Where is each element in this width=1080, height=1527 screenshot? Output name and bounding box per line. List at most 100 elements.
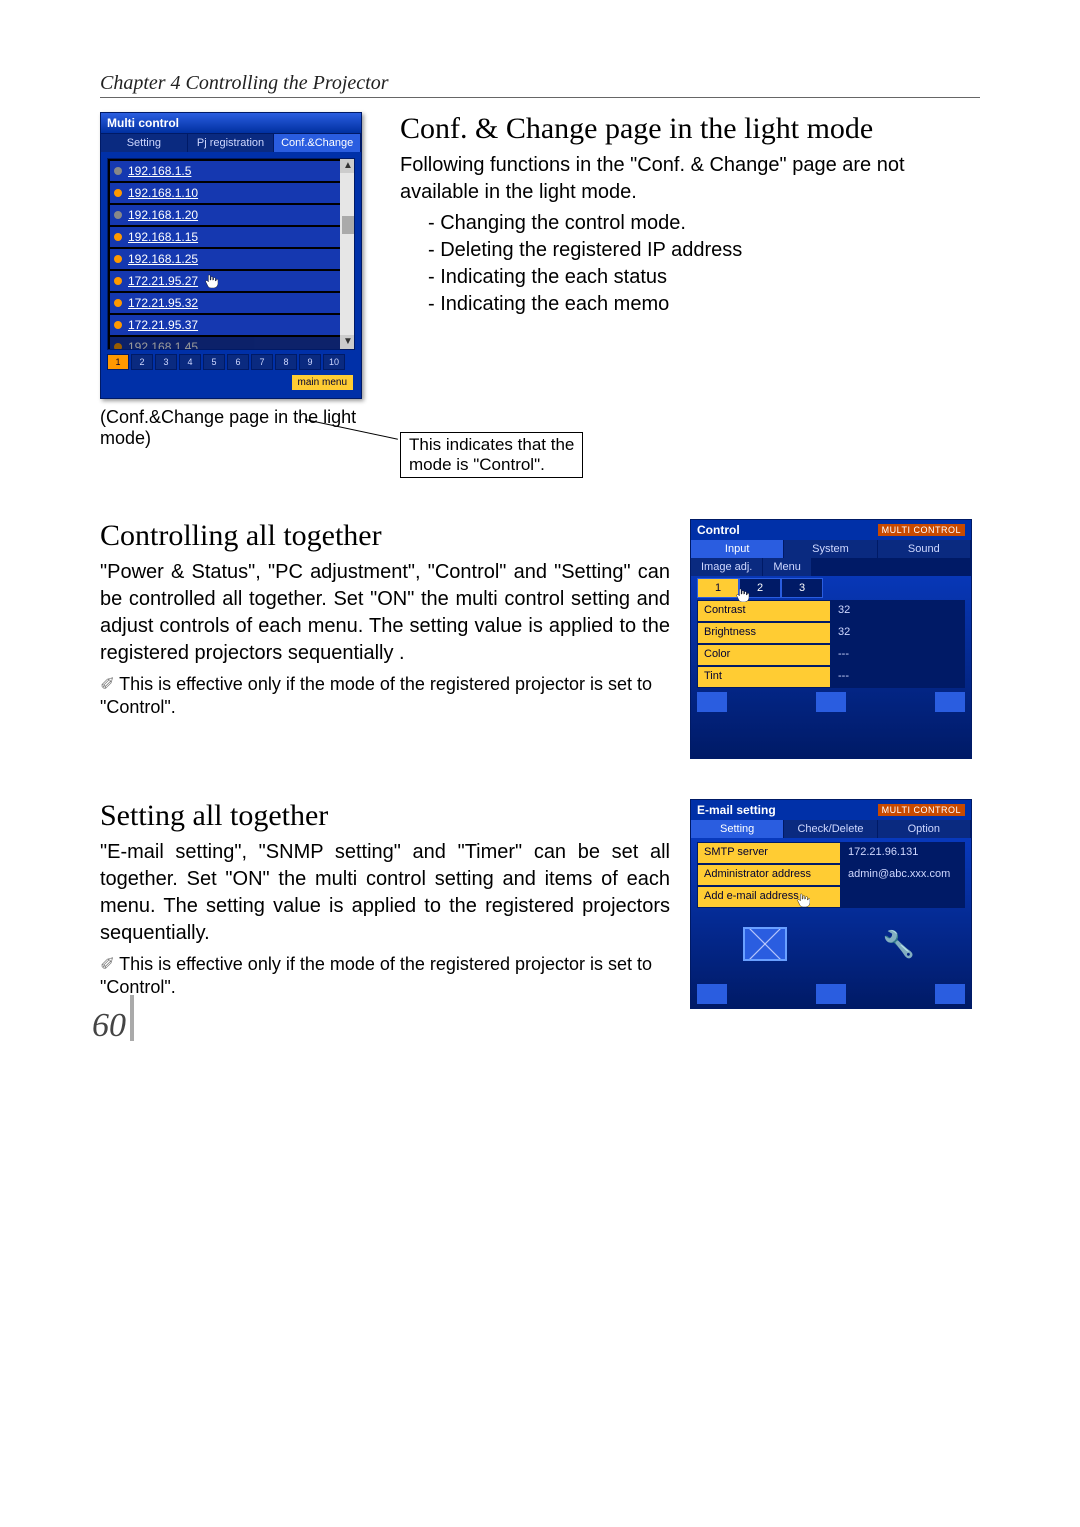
pager-4[interactable]: 4 (179, 354, 201, 370)
multicontrol-panel: Multi control Setting Pj registration Co… (100, 112, 362, 399)
value-add-email[interactable] (841, 886, 965, 908)
label-brightness: Brightness (697, 622, 831, 644)
ip-address: 192.168.1.45 (128, 340, 198, 350)
status-dot-on-icon (114, 299, 122, 307)
tab-input[interactable]: Input (691, 540, 784, 558)
tab-checkdelete[interactable]: Check/Delete (784, 820, 877, 838)
ip-address: 192.168.1.20 (128, 208, 198, 222)
value-admin-address[interactable]: admin@abc.xxx.com (841, 864, 965, 886)
section2-note: This is effective only if the mode of th… (100, 674, 652, 717)
value-brightness[interactable]: 32 (831, 622, 965, 644)
main-menu-button[interactable]: main menu (292, 375, 353, 390)
ip-address: 192.168.1.25 (128, 252, 198, 266)
section1-bullet: - Changing the control mode. (428, 210, 980, 237)
ip-pager: 1 2 3 4 5 6 7 8 9 10 (107, 354, 355, 370)
callout-box: This indicates that the mode is "Control… (400, 432, 583, 478)
subtab-menu[interactable]: Menu (763, 558, 812, 576)
status-dot-on-icon (114, 277, 122, 285)
wrench-icon[interactable] (879, 929, 919, 959)
tab-pjregistration[interactable]: Pj registration (188, 134, 275, 152)
value-smtp[interactable]: 172.21.96.131 (841, 842, 965, 864)
value-tint[interactable]: --- (831, 666, 965, 688)
cursor-hand-icon (796, 893, 810, 907)
nav-left-icon[interactable] (697, 692, 727, 712)
tab-confchange[interactable]: Conf.&Change (274, 134, 361, 152)
ip-address: 172.21.95.37 (128, 318, 198, 332)
label-add-email-text: Add e-mail address (704, 890, 799, 902)
ip-row[interactable]: 172.21.95.37 (110, 315, 352, 335)
pager-10[interactable]: 10 (323, 354, 345, 370)
scroll-down-icon[interactable]: ▼ (340, 335, 355, 349)
mail-icon[interactable] (743, 927, 787, 961)
status-dot-on-icon (114, 255, 122, 263)
page-number: 60 (92, 1007, 126, 1045)
label-admin-address: Administrator address (697, 864, 841, 886)
tab-option[interactable]: Option (878, 820, 971, 838)
section2-title: Controlling all together (100, 519, 670, 553)
ip-row[interactable]: 192.168.1.45 (110, 337, 352, 350)
ip-row[interactable]: 172.21.95.27 (110, 271, 352, 291)
ip-row[interactable]: 192.168.1.15 (110, 227, 352, 247)
section3-body: "E-mail setting", "SNMP setting" and "Ti… (100, 839, 670, 947)
multicontrol-tabs: Setting Pj registration Conf.&Change (101, 134, 361, 152)
section1-bullet: - Deleting the registered IP address (428, 237, 980, 264)
pager-8[interactable]: 8 (275, 354, 297, 370)
pager-5[interactable]: 5 (203, 354, 225, 370)
pager-1[interactable]: 1 (107, 354, 129, 370)
status-dot-off-icon (114, 211, 122, 219)
section1-body: Following functions in the "Conf. & Chan… (400, 152, 980, 206)
ip-address: 172.21.95.32 (128, 296, 198, 310)
section1-bullet: - Indicating the each status (428, 264, 980, 291)
control-page-1[interactable]: 1 (697, 578, 739, 598)
status-dot-off-icon (114, 167, 122, 175)
nav-home-icon[interactable] (816, 984, 846, 1004)
control-panel-title: Control (697, 523, 740, 537)
chapter-heading: Chapter 4 Controlling the Projector (100, 72, 980, 98)
label-smtp: SMTP server (697, 842, 841, 864)
footer-divider (130, 995, 134, 1041)
scroll-thumb[interactable] (342, 216, 354, 234)
ip-row[interactable]: 192.168.1.20 (110, 205, 352, 225)
subtab-imageadj[interactable]: Image adj. (691, 558, 763, 576)
tab-sound[interactable]: Sound (878, 540, 971, 558)
scroll-up-icon[interactable]: ▲ (340, 159, 355, 173)
nav-settings-icon[interactable] (935, 692, 965, 712)
value-contrast[interactable]: 32 (831, 600, 965, 622)
pager-6[interactable]: 6 (227, 354, 249, 370)
nav-home-icon[interactable] (816, 692, 846, 712)
ip-address: 172.21.95.27 (128, 274, 198, 288)
control-page-3[interactable]: 3 (781, 578, 823, 598)
cursor-hand-icon (735, 588, 749, 602)
ip-row[interactable]: 192.168.1.10 (110, 183, 352, 203)
pager-7[interactable]: 7 (251, 354, 273, 370)
label-add-email: Add e-mail address (697, 886, 841, 908)
ip-row[interactable]: 172.21.95.32 (110, 293, 352, 313)
tab-setting[interactable]: Setting (101, 134, 188, 152)
ip-address: 192.168.1.10 (128, 186, 198, 200)
status-dot-on-icon (114, 189, 122, 197)
pager-9[interactable]: 9 (299, 354, 321, 370)
section3-note: This is effective only if the mode of th… (100, 954, 652, 997)
tab-system[interactable]: System (784, 540, 877, 558)
scrollbar[interactable]: ▲ ▼ (340, 159, 355, 349)
tab-setting[interactable]: Setting (691, 820, 784, 838)
note-icon: ✐ (100, 674, 115, 694)
value-color[interactable]: --- (831, 644, 965, 666)
pager-2[interactable]: 2 (131, 354, 153, 370)
label-tint: Tint (697, 666, 831, 688)
email-panel-title: E-mail setting (697, 803, 776, 817)
nav-left-icon[interactable] (697, 984, 727, 1004)
status-dot-on-icon (114, 321, 122, 329)
ip-row[interactable]: 192.168.1.25 (110, 249, 352, 269)
ip-row[interactable]: 192.168.1.5 (110, 161, 352, 181)
pager-3[interactable]: 3 (155, 354, 177, 370)
callout-text: mode is "Control". (409, 455, 574, 475)
label-color: Color (697, 644, 831, 666)
status-dot-on-icon (114, 343, 122, 350)
section1-bullet: - Indicating the each memo (428, 291, 980, 318)
ip-list: 192.168.1.5 192.168.1.10 192.168.1.20 19… (107, 158, 355, 350)
nav-settings-icon[interactable] (935, 984, 965, 1004)
multicontrol-badge: MULTI CONTROL (878, 524, 965, 536)
multicontrol-badge: MULTI CONTROL (878, 804, 965, 816)
section3-title: Setting all together (100, 799, 670, 833)
